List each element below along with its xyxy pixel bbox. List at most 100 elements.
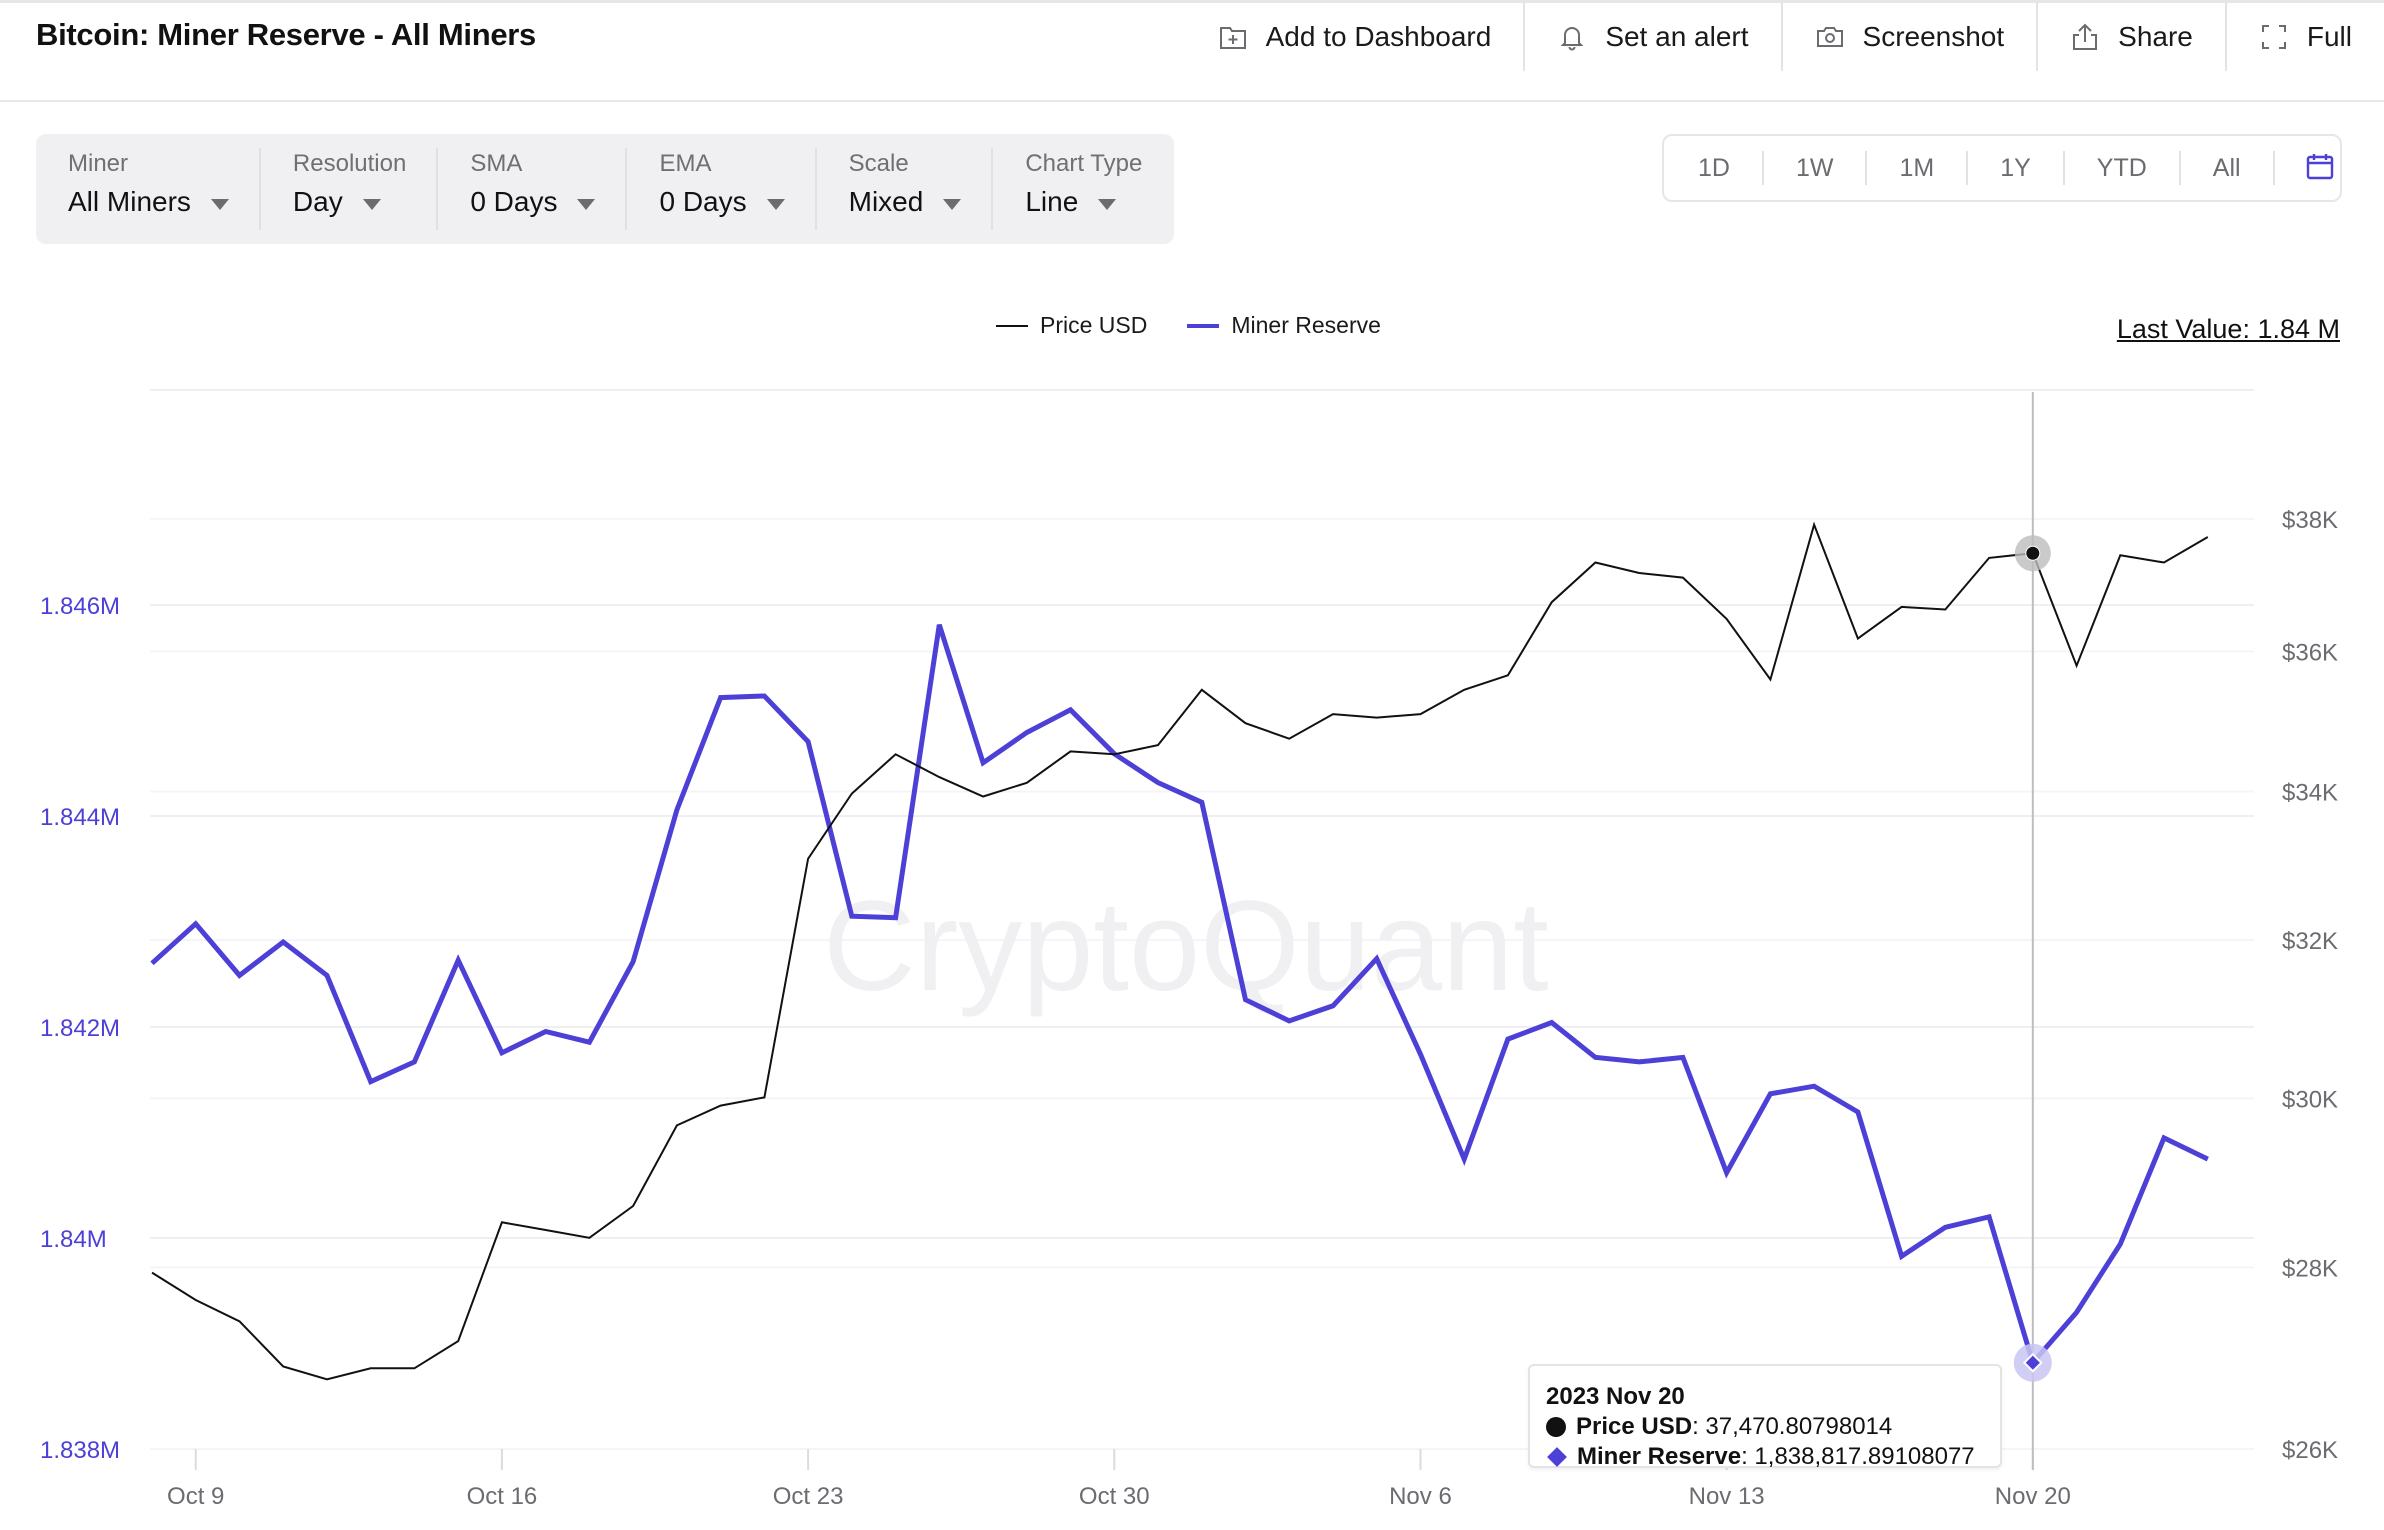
price-point (849, 791, 855, 797)
miner-reserve-point (805, 739, 811, 745)
price-point (1811, 522, 1817, 528)
miner-reserve-point (630, 959, 636, 965)
miner-reserve-point (1811, 1083, 1817, 1089)
price-point (1505, 672, 1511, 678)
miner-reserve-point (980, 760, 986, 766)
price-point (1330, 711, 1336, 717)
miner-reserve-point (849, 913, 855, 919)
price-point (1155, 742, 1161, 748)
miner-reserve-point (236, 972, 242, 978)
price-point (1986, 555, 1992, 561)
diamond-marker-icon (1547, 1447, 1567, 1467)
miner-reserve-point (674, 807, 680, 813)
y-left-tick-label: 1.842M (40, 1015, 120, 1042)
y-right-tick-label: $26K (2282, 1437, 2338, 1464)
price-point (761, 1094, 767, 1100)
x-tick-label: Nov 13 (1689, 1483, 1765, 1510)
miner-reserve-point (1199, 799, 1205, 805)
price-point (236, 1318, 242, 1324)
y-right-tick-label: $32K (2282, 928, 2338, 955)
miner-reserve-point (2161, 1135, 2167, 1141)
miner-reserve-point (1024, 730, 1030, 736)
miner-reserve-point (280, 939, 286, 945)
miner-reserve-point (1505, 1036, 1511, 1042)
miner-reserve-point (1899, 1253, 1905, 1259)
miner-reserve-point (1155, 780, 1161, 786)
price-point (368, 1365, 374, 1371)
tooltip-reserve-value: : 1,838,817.89108077 (1741, 1443, 1975, 1470)
miner-reserve-point (2074, 1309, 2080, 1315)
price-point (1243, 720, 1249, 726)
price-point (2074, 663, 2080, 669)
y-axis-left: 1.838M 1.84M 1.842M 1.844M 1.846M (40, 593, 120, 1464)
miner-reserve-point (1549, 1019, 1555, 1025)
miner-reserve-point (1855, 1109, 1861, 1115)
y-left-tick-label: 1.846M (40, 593, 120, 620)
price-point (193, 1297, 199, 1303)
miner-reserve-point (1986, 1214, 1992, 1220)
miner-reserve-point (1636, 1059, 1642, 1065)
miner-reserve-point (543, 1029, 549, 1035)
price-point (280, 1364, 286, 1370)
y-left-tick-label: 1.84M (40, 1226, 107, 1253)
y-left-tick-label: 1.838M (40, 1437, 120, 1464)
y-right-tick-label: $38K (2282, 507, 2338, 534)
x-tick-label: Oct 9 (167, 1483, 224, 1510)
x-tick-label: Nov 6 (1389, 1483, 1452, 1510)
price-point (1549, 599, 1555, 605)
miner-reserve-point (1417, 1051, 1423, 1057)
miner-reserve-point (1068, 707, 1074, 713)
price-point (1068, 748, 1074, 754)
miner-reserve-point (586, 1039, 592, 1045)
price-point (1374, 715, 1380, 721)
price-point (1592, 559, 1598, 565)
miner-reserve-point (1111, 751, 1117, 757)
price-point (411, 1365, 417, 1371)
chart-canvas[interactable]: CryptoQuant Oct 9 Oct 16 Oct 23 Oct 30 Nov 6… (0, 0, 2384, 1530)
price-point (630, 1203, 636, 1209)
price-point (1724, 616, 1730, 622)
x-tick-label: Oct 16 (467, 1483, 538, 1510)
price-point (543, 1227, 549, 1233)
tooltip-price-value: : 37,470.80798014 (1692, 1413, 1893, 1440)
miner-reserve-point (1592, 1054, 1598, 1060)
price-point (674, 1122, 680, 1128)
tooltip-price-label: Price USD (1576, 1413, 1693, 1440)
y-right-tick-label: $28K (2282, 1255, 2338, 1282)
price-point (2161, 559, 2167, 565)
miner-reserve-point (368, 1079, 374, 1085)
miner-reserve-point (761, 693, 767, 699)
price-point (805, 856, 811, 862)
watermark: CryptoQuant (823, 875, 1549, 1018)
y-right-tick-label: $34K (2282, 779, 2338, 806)
tooltip-reserve-label: Miner Reserve (1577, 1443, 1742, 1470)
price-point (1899, 604, 1905, 610)
tooltip-row-reserve: Miner Reserve : 1,838,817.89108077 (1546, 1442, 2000, 1472)
price-point (586, 1235, 592, 1241)
price-point (936, 774, 942, 780)
y-axis-right: $26K $28K $30K $32K $34K $36K $38K (2282, 507, 2338, 1464)
price-point (2205, 534, 2211, 540)
circle-marker-icon (1546, 1417, 1566, 1437)
x-tick-label: Oct 30 (1079, 1483, 1150, 1510)
hover-tooltip: 2023 Nov 20 Price USD : 37,470.80798014 … (1528, 1364, 2002, 1470)
miner-reserve-point (893, 915, 899, 921)
miner-reserve-point (324, 972, 330, 978)
miner-reserve-point (1680, 1054, 1686, 1060)
hover-marker-price (2025, 545, 2041, 561)
price-point (1461, 687, 1467, 693)
price-point (1024, 780, 1030, 786)
hover-layer (2013, 392, 2052, 1470)
miner-reserve-point (2117, 1241, 2123, 1247)
price-point (1767, 676, 1773, 682)
price-point (893, 751, 899, 757)
miner-reserve-point (149, 960, 155, 966)
miner-reserve-point (1243, 997, 1249, 1003)
miner-reserve-point (2205, 1156, 2211, 1162)
miner-reserve-point (718, 695, 724, 701)
miner-reserve-point (1330, 1003, 1336, 1009)
y-left-tick-label: 1.844M (40, 804, 120, 831)
miner-reserve-point (193, 921, 199, 927)
y-right-tick-label: $36K (2282, 639, 2338, 666)
price-point (1636, 570, 1642, 576)
